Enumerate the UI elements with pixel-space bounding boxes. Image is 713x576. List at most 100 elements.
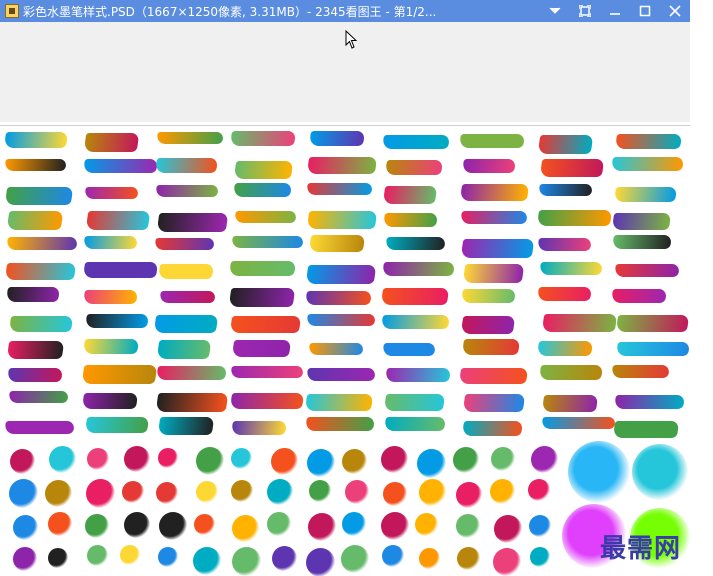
ink-blot — [13, 515, 38, 540]
ink-blot — [267, 512, 291, 536]
brush-stroke — [538, 184, 593, 196]
app-icon — [5, 4, 19, 18]
fullscreen-icon[interactable] — [570, 0, 600, 22]
brush-stroke — [537, 238, 592, 251]
brush-stroke — [83, 290, 138, 304]
large-ink-blot — [632, 444, 688, 500]
brush-stroke — [541, 417, 616, 429]
window-controls — [540, 0, 690, 22]
maximize-icon[interactable] — [630, 0, 660, 22]
ink-blot — [45, 480, 72, 507]
ink-blot — [122, 481, 144, 503]
brush-stroke — [383, 394, 446, 411]
brush-stroke — [156, 132, 224, 144]
brush-stroke — [304, 394, 374, 411]
ink-blot — [124, 512, 150, 538]
image-canvas[interactable] — [0, 125, 690, 576]
brush-stroke — [228, 261, 297, 276]
brush-stroke — [8, 391, 69, 403]
ink-blot — [494, 515, 522, 543]
ink-blot — [493, 548, 521, 576]
brush-stroke — [231, 236, 304, 248]
window-edge — [690, 0, 713, 125]
ink-blot — [86, 479, 115, 508]
brush-stroke — [536, 341, 594, 356]
ink-blot — [456, 514, 480, 538]
brush-stroke — [384, 160, 444, 175]
brush-stroke — [155, 185, 219, 197]
brush-stroke — [461, 339, 521, 355]
brush-stroke — [615, 315, 690, 332]
ink-blot — [9, 479, 38, 508]
brush-stroke — [4, 187, 74, 205]
brush-stroke — [4, 421, 75, 434]
close-icon[interactable] — [660, 0, 690, 22]
brush-stroke — [4, 159, 67, 171]
ink-blot — [194, 514, 215, 535]
brush-stroke — [614, 395, 685, 409]
ink-blot — [341, 545, 369, 573]
ink-blot — [120, 545, 140, 565]
brush-stroke — [159, 291, 216, 303]
ink-blot — [529, 515, 551, 537]
brush-stroke — [305, 417, 375, 431]
ink-blot — [13, 547, 37, 571]
ink-blot — [87, 545, 108, 566]
brush-stroke — [462, 159, 516, 173]
brush-stroke — [85, 314, 149, 328]
ink-blot — [415, 513, 438, 536]
brush-stroke — [308, 235, 366, 252]
brush-stroke — [231, 340, 292, 357]
ink-blot — [381, 512, 409, 540]
brush-stroke — [612, 235, 672, 249]
ink-blot — [342, 449, 367, 474]
ink-blot — [156, 482, 178, 504]
brush-stroke — [81, 393, 139, 409]
brush-stroke — [82, 339, 140, 354]
chevron-down-icon[interactable] — [540, 0, 570, 22]
brush-stroke — [157, 417, 215, 435]
brush-stroke — [539, 262, 603, 275]
ink-blot — [87, 448, 109, 470]
brush-stroke — [382, 343, 436, 356]
ink-blot — [309, 480, 331, 502]
brush-stroke — [305, 291, 372, 305]
ink-blot — [272, 546, 297, 571]
watermark-logo: 最需网 — [600, 534, 682, 564]
brush-stroke — [462, 264, 525, 283]
brush-stroke — [380, 288, 450, 305]
title-bar: 彩色水墨笔样式.PSD（1667×1250像素, 3.31MB）- 2345看图… — [0, 0, 690, 22]
brush-stroke — [229, 393, 305, 409]
brush-stroke — [8, 316, 74, 332]
ink-blot — [345, 480, 369, 504]
brush-stroke — [541, 395, 599, 412]
brush-stroke — [84, 187, 139, 199]
brush-stroke — [611, 157, 684, 171]
brush-stroke — [230, 366, 304, 378]
brush-stroke — [383, 213, 438, 227]
brush-stroke — [157, 264, 215, 279]
ink-blot — [453, 447, 479, 473]
ink-blot — [271, 448, 298, 475]
brush-stroke — [306, 314, 376, 326]
brush-stroke — [308, 343, 364, 355]
brush-stroke — [461, 289, 516, 303]
ink-blot — [231, 448, 252, 469]
brush-stroke — [81, 365, 158, 384]
ink-blot — [419, 548, 440, 569]
window-title: 彩色水墨笔样式.PSD（1667×1250像素, 3.31MB）- 2345看图… — [23, 4, 437, 19]
brush-stroke — [154, 238, 215, 250]
ink-blot — [342, 512, 366, 536]
minimize-icon[interactable] — [600, 0, 630, 22]
brush-stroke — [234, 211, 297, 223]
brush-stroke — [614, 134, 683, 149]
ink-blot — [231, 480, 253, 502]
brush-stroke — [459, 184, 530, 201]
ink-blot — [457, 547, 480, 570]
ink-blot — [196, 447, 224, 475]
brush-stroke — [156, 340, 212, 359]
brush-stroke — [306, 368, 376, 381]
brush-stroke — [6, 237, 78, 250]
brush-stroke — [613, 187, 678, 202]
brush-stroke — [611, 213, 672, 230]
